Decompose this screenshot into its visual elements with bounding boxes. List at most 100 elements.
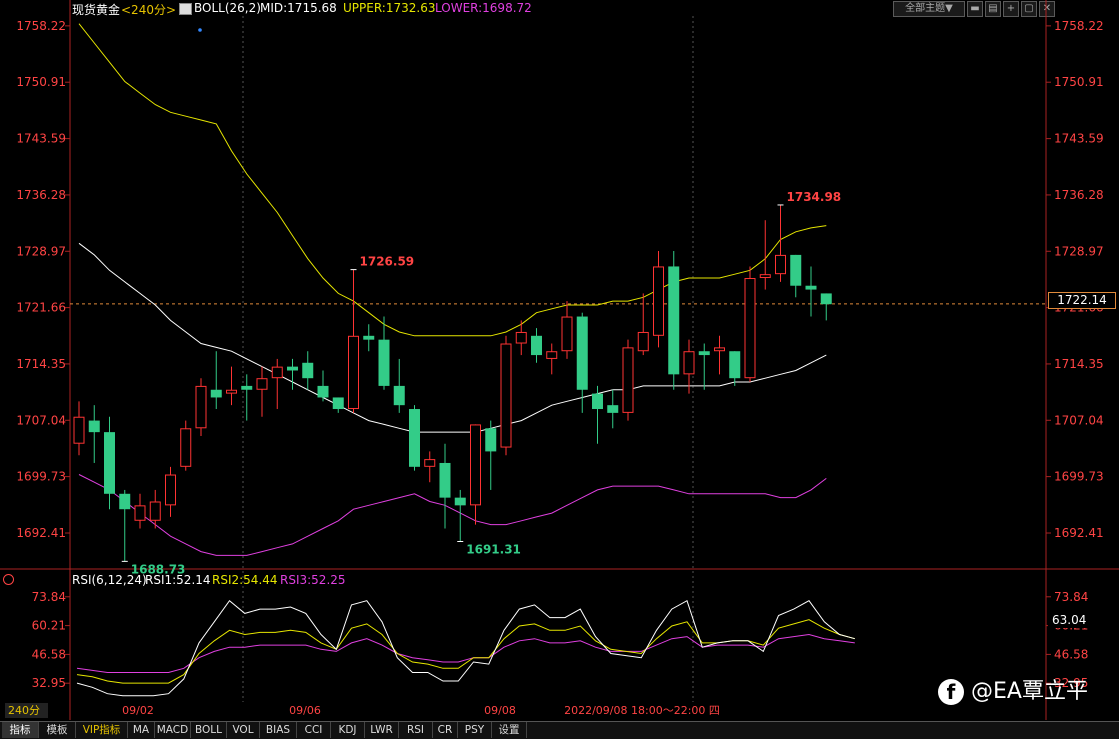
tab-item[interactable]: BOLL — [191, 722, 227, 738]
tab-indicators[interactable]: 指标 — [2, 722, 39, 738]
candle[interactable] — [165, 466, 176, 517]
candle[interactable] — [332, 397, 344, 413]
candle[interactable] — [134, 493, 146, 529]
candle-body — [73, 416, 85, 444]
candle[interactable] — [698, 343, 710, 390]
x-tick-label: 09/06 — [289, 704, 321, 717]
candle-body — [500, 343, 512, 448]
watermark-text: @EA覃立平 — [971, 679, 1088, 704]
tab-item[interactable]: BIAS — [260, 722, 297, 738]
x-tick-label: 09/02 — [122, 704, 154, 717]
candle-body — [775, 254, 786, 275]
price-chart[interactable]: 1758.22 1750.91 1743.59 1736.28 1728.97 1721.… — [0, 0, 1119, 738]
candle[interactable] — [287, 358, 298, 390]
tab-item[interactable]: 模板 — [39, 722, 76, 738]
candle-body — [271, 366, 283, 379]
candle[interactable] — [820, 293, 832, 321]
candle[interactable] — [424, 451, 436, 483]
watermark: f @EA覃立平 — [938, 674, 1088, 710]
tab-item[interactable]: VIP指标 — [76, 722, 128, 738]
candle[interactable] — [104, 416, 115, 510]
candle[interactable] — [271, 358, 283, 410]
candle-body — [210, 389, 222, 398]
candle[interactable] — [790, 254, 802, 298]
tab-item[interactable]: MA — [128, 722, 155, 738]
candle[interactable] — [592, 385, 603, 444]
tab-item[interactable]: MACD — [155, 722, 191, 738]
y-tick-label-right: 1692.41 — [1054, 526, 1104, 540]
tab-item[interactable]: CCI — [297, 722, 331, 738]
candle-body — [241, 385, 253, 390]
candle[interactable] — [88, 405, 100, 463]
y-tick-label-right: 1743.59 — [1054, 132, 1104, 146]
tab-item[interactable]: KDJ — [331, 722, 365, 738]
candle[interactable] — [576, 312, 588, 413]
y-tick-label-left: 1743.59 — [16, 132, 66, 146]
y-tick-label-left: 1728.97 — [16, 244, 66, 258]
tab-item[interactable]: RSI — [399, 722, 433, 738]
candle[interactable] — [561, 301, 573, 359]
candle[interactable] — [180, 420, 192, 471]
candle[interactable] — [378, 316, 390, 390]
candle-body — [302, 362, 314, 379]
candle[interactable] — [210, 351, 222, 410]
rsi-tick-label-right: 46.58 — [1054, 647, 1088, 661]
crosshair-time-label: 2022/09/08 18:00～22:00 四 — [560, 703, 724, 718]
current-price-label: 1722.14 — [1048, 292, 1116, 309]
candle[interactable] — [393, 358, 405, 413]
candle-body — [454, 497, 466, 506]
candle-body — [104, 432, 115, 494]
candle-body — [195, 385, 207, 429]
tab-item[interactable]: VOL — [227, 722, 260, 738]
candle[interactable] — [73, 401, 85, 456]
x-tick-label: 09/08 — [484, 704, 516, 717]
rsi-indicator-name[interactable]: RSI(6,12,24) — [72, 573, 147, 587]
candle[interactable] — [531, 328, 542, 363]
candle[interactable] — [149, 489, 161, 529]
candle[interactable] — [470, 424, 481, 525]
tab-item[interactable]: CR — [433, 722, 458, 738]
candle-body — [515, 331, 527, 344]
candle[interactable] — [637, 293, 649, 356]
candle[interactable] — [668, 251, 680, 390]
y-tick-label-left: 1707.04 — [16, 413, 66, 427]
candle[interactable] — [546, 343, 558, 375]
candle[interactable] — [714, 335, 725, 375]
tab-item[interactable]: LWR — [365, 722, 399, 738]
candle[interactable] — [409, 405, 420, 471]
candle[interactable] — [729, 351, 741, 386]
candle[interactable] — [500, 335, 512, 456]
candle-body — [332, 397, 344, 410]
tab-item[interactable]: PSY — [458, 722, 492, 738]
candle-body — [439, 462, 451, 498]
candle-body — [287, 366, 298, 371]
candle[interactable] — [226, 366, 237, 406]
y-tick-label-left: 1699.73 — [16, 470, 66, 484]
rsi-tick-label-left: 60.21 — [32, 619, 66, 633]
candle[interactable] — [348, 269, 359, 413]
candle[interactable] — [485, 420, 497, 490]
candle-body — [653, 266, 664, 336]
candle[interactable] — [317, 370, 329, 402]
candle[interactable] — [363, 324, 375, 352]
candle[interactable] — [302, 351, 314, 390]
candle-body — [149, 501, 161, 521]
candle[interactable] — [439, 443, 451, 529]
candle[interactable] — [607, 389, 619, 429]
candle[interactable] — [805, 266, 817, 317]
candle[interactable] — [119, 489, 131, 562]
rsi3-line — [76, 633, 855, 673]
y-tick-label-right: 1714.35 — [1054, 357, 1104, 371]
candle[interactable] — [195, 378, 207, 436]
candle[interactable] — [454, 489, 466, 542]
candle[interactable] — [622, 339, 634, 421]
y-tick-label-right: 1758.22 — [1054, 19, 1104, 33]
candle[interactable] — [256, 366, 268, 417]
period-box[interactable]: 240分 — [5, 703, 48, 718]
candle[interactable] — [653, 251, 664, 348]
rsi-settings-icon[interactable] — [3, 574, 14, 585]
candle[interactable] — [744, 266, 756, 383]
tab-item[interactable]: 设置 — [492, 722, 527, 738]
period-box-label: 240分 — [8, 704, 40, 717]
candle-body — [424, 459, 436, 467]
